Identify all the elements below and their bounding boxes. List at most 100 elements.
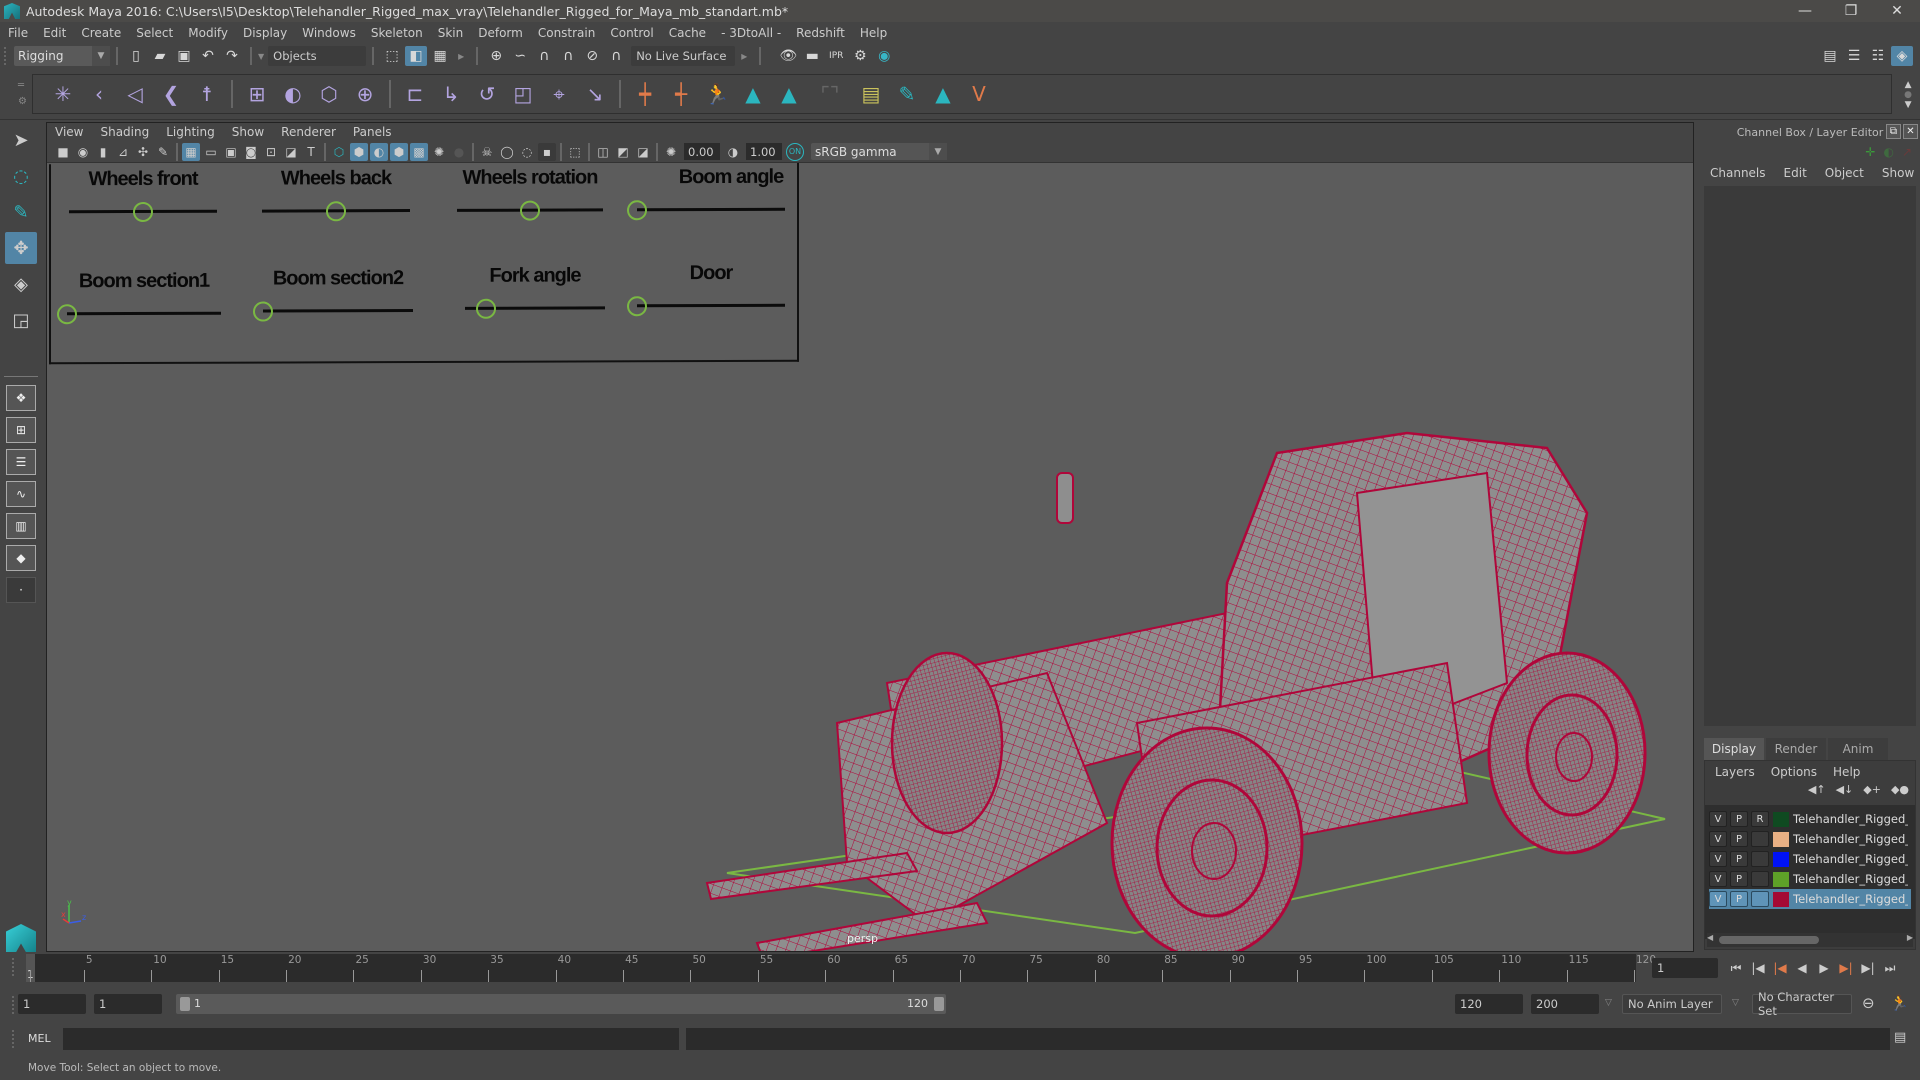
animation-start-field[interactable]: 1	[18, 994, 86, 1014]
play-forwards-icon[interactable]: ▶	[1813, 958, 1835, 978]
time-slider[interactable]: 1 51015202530354045505560657075808590951…	[26, 954, 1656, 982]
menu-display[interactable]: Display	[243, 26, 287, 40]
scroll-left-icon[interactable]: ◀	[1707, 933, 1713, 942]
bookmark-icon[interactable]: ▮	[94, 143, 112, 161]
safe-action-icon[interactable]: ◪	[282, 143, 300, 161]
empty-shelf-slot[interactable]: ⌜⌝	[810, 79, 850, 109]
command-input[interactable]	[63, 1028, 679, 1050]
depth-of-field-icon[interactable]: ◪	[634, 143, 652, 161]
menu-3dtoall[interactable]: - 3DtoAll -	[721, 26, 781, 40]
paint-select-tool-icon[interactable]: ✎	[5, 196, 37, 228]
lattice-icon[interactable]: ⬡	[314, 79, 344, 109]
panel-menu-shading[interactable]: Shading	[100, 125, 149, 139]
layer-playback-toggle[interactable]: P	[1730, 831, 1748, 847]
layer-row[interactable]: VP Telehandler_Rigged_bones	[1709, 849, 1911, 869]
shelf-tabs-icon[interactable]: ═	[18, 78, 28, 94]
layer-row[interactable]: VPR Telehandler_Rigged_controllers	[1709, 809, 1911, 829]
menu-cache[interactable]: Cache	[669, 26, 706, 40]
scale-tool-icon[interactable]: ◲	[5, 304, 37, 336]
expand-arrow-icon[interactable]: ▸	[741, 49, 747, 63]
script-editor-icon[interactable]: ▤	[1894, 1030, 1906, 1045]
current-frame-field[interactable]: 1	[1652, 958, 1718, 978]
tab-anim[interactable]: Anim	[1828, 738, 1888, 760]
redo-icon[interactable]: ↷	[221, 46, 243, 66]
menu-layers[interactable]: Layers	[1715, 765, 1755, 779]
move-tool-icon[interactable]: ✥	[5, 232, 37, 264]
menu-edit[interactable]: Edit	[1784, 166, 1807, 180]
scroll-up-icon[interactable]: ▲	[1904, 80, 1912, 90]
humanik-icon[interactable]: ☨	[192, 79, 222, 109]
panel-menu-panels[interactable]: Panels	[353, 125, 392, 139]
smooth-bind-icon[interactable]: ◐	[278, 79, 308, 109]
layer-visibility-toggle[interactable]: V	[1709, 811, 1727, 827]
motion-blur-icon[interactable]: ◩	[614, 143, 632, 161]
scrollbar-thumb[interactable]	[1719, 936, 1819, 944]
grid-icon[interactable]: ▦	[182, 142, 200, 161]
film-gate-icon[interactable]: ▭	[202, 143, 220, 161]
color-management-toggle[interactable]: ON	[786, 142, 804, 161]
layout-menu-icon[interactable]: ·	[6, 577, 36, 603]
set-driven-key-icon[interactable]: ┿	[630, 79, 660, 109]
menu-redshift[interactable]: Redshift	[796, 26, 845, 40]
shadows-icon[interactable]: ✺	[430, 143, 448, 161]
new-layer-icon[interactable]: ◆+	[1863, 783, 1881, 801]
scroll-right-icon[interactable]: ▶	[1907, 933, 1913, 942]
ik-spline-icon[interactable]: ❮	[156, 79, 186, 109]
step-forward-key-icon[interactable]: ▶|	[1857, 958, 1879, 978]
menu-skin[interactable]: Skin	[438, 26, 464, 40]
layer-playback-toggle[interactable]: P	[1730, 851, 1748, 867]
persp-graph-hypershade-layout-icon[interactable]: ◆	[6, 545, 36, 571]
channel-box-toggle-icon[interactable]: ◈	[1891, 46, 1913, 66]
menu-object[interactable]: Object	[1825, 166, 1864, 180]
modeling-toolkit-icon[interactable]: ▤	[1819, 46, 1841, 66]
layer-row[interactable]: VP Telehandler_Rigged_Fork	[1709, 889, 1911, 909]
step-forward-frame-icon[interactable]: ▶|	[1835, 958, 1857, 978]
open-scene-icon[interactable]: ▰	[149, 46, 171, 66]
play-backwards-icon[interactable]: ◀	[1791, 958, 1813, 978]
exposure-field[interactable]: 0.00	[684, 143, 720, 160]
maya-tool-icon-3[interactable]: ▲	[928, 79, 958, 109]
save-scene-icon[interactable]: ▣	[173, 46, 195, 66]
layer-row[interactable]: VP Telehandler_Rigged_controllers2	[1709, 869, 1911, 889]
close-panel-icon[interactable]: ✕	[1903, 124, 1918, 139]
smooth-shade-icon[interactable]: ⬢	[350, 142, 368, 161]
close-button[interactable]: ✕	[1874, 0, 1920, 22]
menu-select[interactable]: Select	[136, 26, 173, 40]
menuset-dropdown[interactable]: Rigging ▼	[14, 46, 110, 66]
move-layer-up-icon[interactable]: ◀↑	[1808, 783, 1826, 801]
live-surface-field[interactable]: No Live Surface	[631, 46, 736, 66]
resolution-gate-icon[interactable]: ▣	[222, 143, 240, 161]
isolate-select-icon[interactable]: ☠	[478, 143, 496, 161]
gate-mask-icon[interactable]: ◙	[242, 143, 260, 161]
outliner-persp-layout-icon[interactable]: ☰	[6, 449, 36, 475]
menu-windows[interactable]: Windows	[302, 26, 356, 40]
layer-color-swatch[interactable]	[1773, 851, 1789, 867]
hypershade-persp-layout-icon[interactable]: ▥	[6, 513, 36, 539]
range-start-handle[interactable]	[180, 997, 190, 1011]
step-back-key-icon[interactable]: |◀	[1747, 958, 1769, 978]
snap-view-plane-icon[interactable]: ∩	[557, 46, 579, 66]
menu-skeleton[interactable]: Skeleton	[371, 26, 423, 40]
layer-color-swatch[interactable]	[1773, 871, 1789, 887]
attribute-editor-icon[interactable]: ☰	[1843, 46, 1865, 66]
panel-menu-lighting[interactable]: Lighting	[166, 125, 215, 139]
telehandler-model[interactable]	[47, 163, 1693, 951]
go-to-start-icon[interactable]: ⏮	[1725, 958, 1747, 978]
snap-grid-icon[interactable]: ⊕	[485, 46, 507, 66]
menu-help[interactable]: Help	[860, 26, 887, 40]
gamma-field[interactable]: 1.00	[746, 143, 782, 160]
go-to-end-icon[interactable]: ⏭	[1879, 958, 1901, 978]
point-constraint-icon[interactable]: ↳	[436, 79, 466, 109]
make-live-icon[interactable]: ∩	[605, 46, 627, 66]
tab-render[interactable]: Render	[1766, 738, 1826, 760]
textured-icon[interactable]: ⬢	[390, 142, 408, 161]
safe-title-icon[interactable]: T	[302, 143, 320, 161]
character-set-chevron-icon[interactable]: ▽	[1732, 998, 1739, 1008]
range-slider[interactable]: 1 120	[176, 994, 946, 1014]
layer-visibility-toggle[interactable]: V	[1709, 871, 1727, 887]
layer-playback-toggle[interactable]: P	[1730, 891, 1748, 907]
move-layer-down-icon[interactable]: ◀↓	[1836, 783, 1854, 801]
channel-list[interactable]	[1704, 186, 1916, 726]
menu-edit[interactable]: Edit	[43, 26, 66, 40]
camera-attributes-icon[interactable]: ◉	[74, 143, 92, 161]
